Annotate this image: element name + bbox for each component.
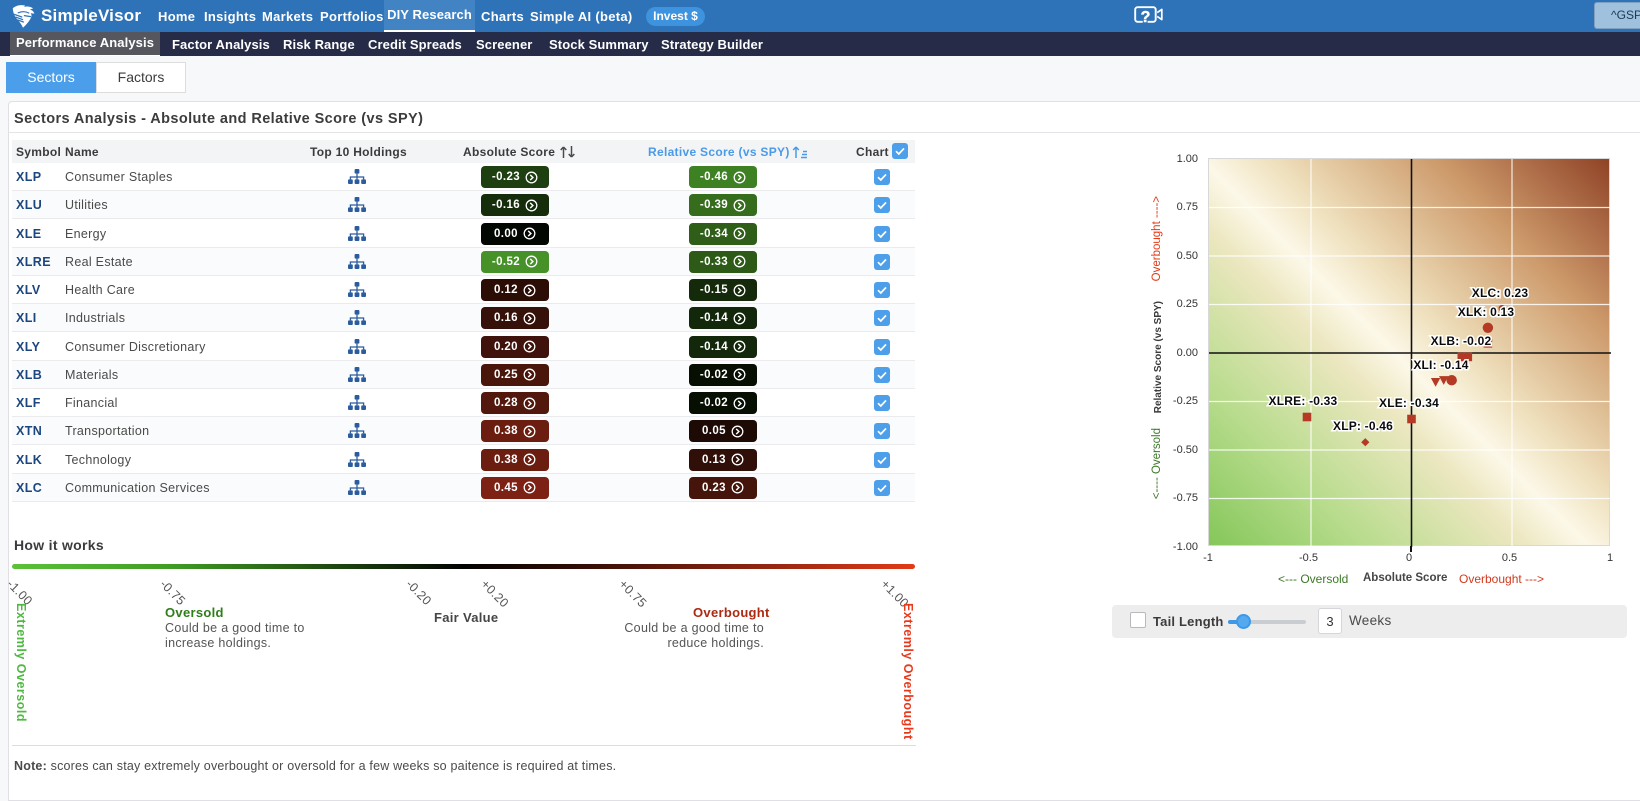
svg-text:XLB: -0.02: XLB: -0.02 <box>1431 334 1492 348</box>
svg-text:XLK: 0.13: XLK: 0.13 <box>1458 305 1515 319</box>
svg-text:XLP: -0.46: XLP: -0.46 <box>1333 419 1393 433</box>
svg-text:XLI: -0.14: XLI: -0.14 <box>1413 358 1468 372</box>
svg-text:?: ? <box>1141 9 1151 26</box>
svg-text:XLRE: -0.33: XLRE: -0.33 <box>1269 394 1338 408</box>
svg-text:XLC: 0.23: XLC: 0.23 <box>1472 286 1529 300</box>
svg-text:XLE: -0.34: XLE: -0.34 <box>1379 396 1439 410</box>
